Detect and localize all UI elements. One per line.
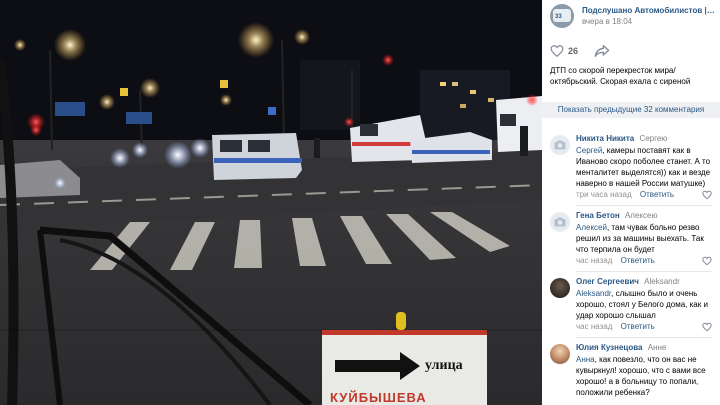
comment-reply-button[interactable]: Ответить xyxy=(621,256,655,265)
comment-reply-to[interactable]: Сергею xyxy=(639,134,667,143)
night-intersection-scene xyxy=(0,0,542,405)
comment-author[interactable]: Гена Бетон xyxy=(576,211,620,220)
group-avatar[interactable]: 33 xyxy=(550,4,574,28)
comment-mention[interactable]: Анна xyxy=(576,355,595,364)
like-count: 26 xyxy=(568,46,579,56)
comment-reply-to[interactable]: Алексею xyxy=(625,211,658,220)
share-icon[interactable] xyxy=(594,44,610,58)
comment-time[interactable]: час назад xyxy=(576,256,612,265)
comment-item: Юлия Кузнецова Анне Анна, как повезло, ч… xyxy=(542,343,720,398)
camera-icon xyxy=(554,217,566,227)
group-avatar-text: 33 xyxy=(555,14,562,20)
comment-like-icon[interactable] xyxy=(702,190,712,200)
post-photo[interactable]: улица КУЙБЫШЕВА xyxy=(0,0,542,405)
comment-item: Никита Никита Сергею Сергей, камеры пост… xyxy=(542,134,720,200)
comment-reply-button[interactable]: Ответить xyxy=(621,322,655,331)
comment-avatar[interactable] xyxy=(550,344,570,364)
comment-avatar[interactable] xyxy=(550,135,570,155)
comment-item: Олег Сергеевич Aleksandr Aleksandr, слыш… xyxy=(542,277,720,332)
comment-like-icon[interactable] xyxy=(702,322,712,332)
camera-icon xyxy=(554,140,566,150)
comment-time[interactable]: час назад xyxy=(576,322,612,331)
route-sign-street-name: КУЙБЫШЕВА xyxy=(330,390,427,405)
post-time[interactable]: вчера в 18:04 xyxy=(582,17,632,26)
comment-divider xyxy=(576,205,712,206)
comment-divider xyxy=(576,271,712,272)
route-sign-street-label: улица xyxy=(425,358,463,373)
comment-item: Гена Бетон Алексею Алексей, там чувак бо… xyxy=(542,211,720,266)
like-heart-icon[interactable] xyxy=(550,44,564,58)
comment-author[interactable]: Юлия Кузнецова xyxy=(576,343,643,352)
group-name-link[interactable]: Подслушано Автомобилистов | Вл... xyxy=(582,6,716,15)
comment-author[interactable]: Олег Сергеевич xyxy=(576,277,639,286)
comment-divider xyxy=(576,337,712,338)
comment-reply-button[interactable]: Ответить xyxy=(640,190,674,199)
post-side-panel: 33 Подслушано Автомобилистов | Вл... вче… xyxy=(542,0,720,405)
comment-reply-to[interactable]: Aleksandr xyxy=(644,277,680,286)
photo-viewer: улица КУЙБЫШЕВА 33 Подслушано Автомобили… xyxy=(0,0,720,405)
comment-avatar[interactable] xyxy=(550,278,570,298)
comment-author[interactable]: Никита Никита xyxy=(576,134,634,143)
post-header: 33 Подслушано Автомобилистов | Вл... вче… xyxy=(542,0,720,32)
post-actions: 26 xyxy=(542,42,720,64)
comment-like-icon[interactable] xyxy=(702,256,712,266)
comment-mention[interactable]: Сергей xyxy=(576,146,602,155)
comment-avatar[interactable] xyxy=(550,212,570,232)
show-previous-comments-button[interactable]: Показать предыдущие 32 комментария xyxy=(542,102,720,118)
post-text: ДТП со скорой перекресток мира/ октябрьс… xyxy=(550,66,691,86)
comment-time[interactable]: три часа назад xyxy=(576,190,632,199)
comment-reply-to[interactable]: Анне xyxy=(648,343,667,352)
comment-text: , как повезло, что он вас не кувыркнул! … xyxy=(576,355,706,397)
comment-mention[interactable]: Aleksandr xyxy=(576,289,611,298)
comment-mention[interactable]: Алексей xyxy=(576,223,607,232)
